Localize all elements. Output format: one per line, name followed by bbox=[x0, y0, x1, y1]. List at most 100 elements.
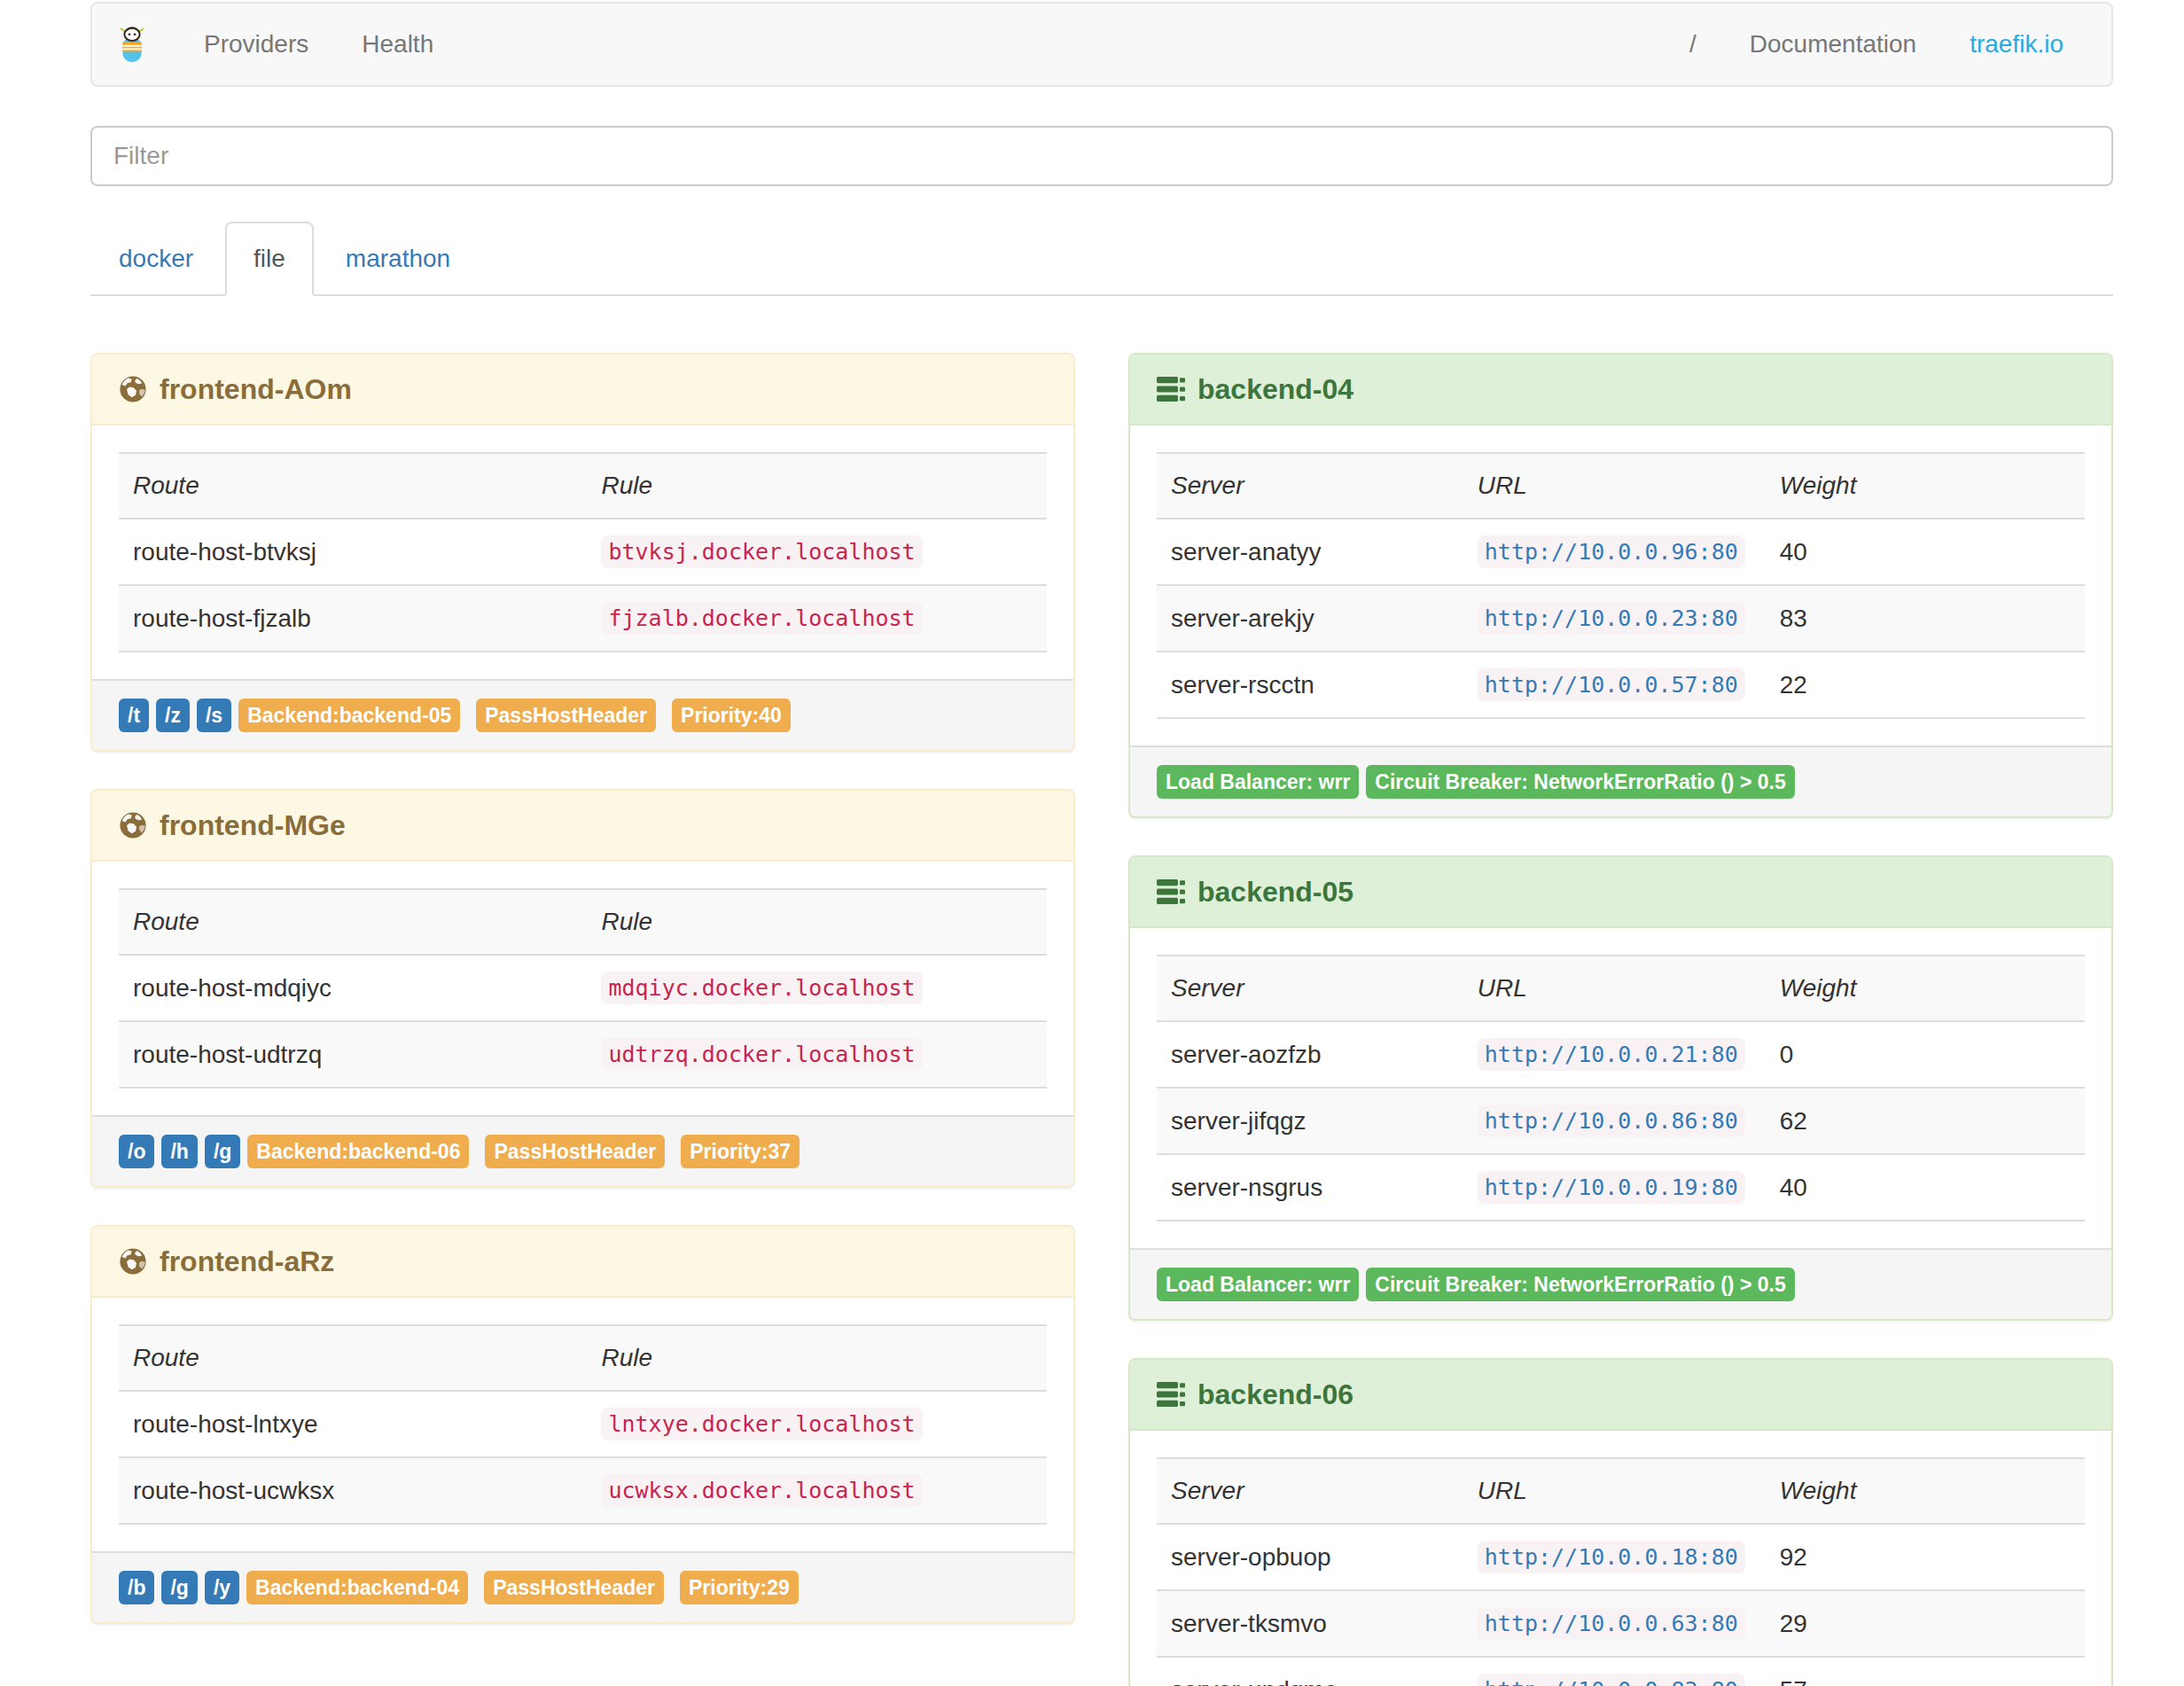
server-weight: 62 bbox=[1766, 1088, 2085, 1154]
content-row: frontend-AOmRouteRuleroute-host-btvksjbt… bbox=[64, 353, 2140, 1686]
route-badge: /t bbox=[119, 699, 149, 732]
tab-marathon: marathon bbox=[317, 222, 479, 296]
rule-code: mdqiyc.docker.localhost bbox=[601, 972, 922, 1004]
tab-link-marathon[interactable]: marathon bbox=[317, 222, 479, 296]
column-header-server: Server bbox=[1157, 956, 1463, 1021]
frontend-table: RouteRuleroute-host-mdqiycmdqiyc.docker.… bbox=[119, 888, 1047, 1089]
table-row: server-jifqgzhttp://10.0.0.86:8062 bbox=[1157, 1088, 2085, 1154]
server-icon bbox=[1157, 1380, 1185, 1409]
table-row: route-host-ucwksxucwksx.docker.localhost bbox=[119, 1457, 1047, 1524]
panel-footer: /o/h/gBackend:backend-06PassHostHeaderPr… bbox=[92, 1115, 1073, 1186]
panel-body: ServerURLWeightserver-opbuophttp://10.0.… bbox=[1130, 1431, 2111, 1686]
route-badge: /g bbox=[205, 1135, 240, 1168]
server-url-link[interactable]: http://10.0.0.57:80 bbox=[1478, 668, 1745, 701]
filter-row bbox=[90, 126, 2113, 186]
server-weight: 0 bbox=[1766, 1021, 2085, 1088]
navbar-right: / Documentation traefik.io bbox=[1663, 4, 2111, 85]
nav-link-slash[interactable]: / bbox=[1663, 4, 1723, 85]
server-weight: 40 bbox=[1766, 1154, 2085, 1221]
route-badge: /s bbox=[197, 699, 231, 732]
column-header-route: Route bbox=[119, 453, 587, 519]
frontends-column: frontend-AOmRouteRuleroute-host-btvksjbt… bbox=[64, 353, 1102, 1661]
server-url-link[interactable]: http://10.0.0.86:80 bbox=[1478, 1104, 1745, 1137]
column-header-rule: Rule bbox=[587, 889, 1047, 955]
route-name: route-host-ucwksx bbox=[119, 1457, 587, 1524]
table-row: server-tksmvohttp://10.0.0.63:8029 bbox=[1157, 1590, 2085, 1657]
property-badge: Backend:backend-04 bbox=[246, 1571, 468, 1604]
property-badge: Backend:backend-06 bbox=[247, 1135, 469, 1168]
table-row: server-updqmo http://10.0.0.83:80 57 bbox=[1157, 1657, 2085, 1686]
tab-docker: docker bbox=[90, 222, 222, 296]
server-icon bbox=[1157, 375, 1185, 403]
backend-property-badge: Circuit Breaker: NetworkErrorRatio () > … bbox=[1366, 1268, 1794, 1301]
panel-heading: frontend-AOm bbox=[92, 355, 1073, 425]
table-row: route-host-mdqiycmdqiyc.docker.localhost bbox=[119, 955, 1047, 1021]
backend-table: ServerURLWeightserver-anatyyhttp://10.0.… bbox=[1157, 452, 2085, 719]
property-badge: Backend:backend-05 bbox=[238, 699, 460, 732]
table-row: route-host-fjzalbfjzalb.docker.localhost bbox=[119, 585, 1047, 652]
route-badge: /o bbox=[119, 1135, 154, 1168]
tab-link-docker[interactable]: docker bbox=[90, 222, 222, 296]
panel-body: RouteRuleroute-host-btvksj btvksj.docker.… bbox=[92, 425, 1073, 679]
backends-column: backend-04 ServerURLWeightserver-anatyyht… bbox=[1102, 353, 2140, 1686]
property-badge: PassHostHeader bbox=[476, 699, 656, 732]
server-url-link[interactable]: http://10.0.0.96:80 bbox=[1478, 535, 1745, 568]
property-badge: Priority:40 bbox=[672, 699, 791, 732]
server-url-link[interactable]: http://10.0.0.18:80 bbox=[1478, 1541, 1745, 1573]
panel-heading: backend-04 bbox=[1130, 355, 2111, 425]
traefik-logo[interactable] bbox=[92, 4, 177, 85]
nav-link-providers[interactable]: Providers bbox=[177, 4, 335, 85]
route-name: route-host-udtrzq bbox=[119, 1021, 587, 1088]
column-header-url: URL bbox=[1463, 453, 1766, 519]
tab-link-file[interactable]: file bbox=[225, 222, 314, 296]
server-name: server-tksmvo bbox=[1157, 1590, 1463, 1657]
server-name: server-rscctn bbox=[1157, 652, 1463, 718]
table-row: route-host-lntxye lntxye.docker.localhost bbox=[119, 1391, 1047, 1457]
panel-heading: backend-05 bbox=[1130, 857, 2111, 928]
server-weight: 40 bbox=[1766, 519, 2085, 585]
panel-title: frontend-MGe bbox=[160, 809, 346, 841]
frontend-panel-frontend-AOm: frontend-AOm RouteRuleroute-host-btvksj bt… bbox=[90, 353, 1075, 752]
panel-footer: /b/g/yBackend:backend-04PassHostHeaderPr… bbox=[92, 1551, 1073, 1622]
nav-link-traefik-io[interactable]: traefik.io bbox=[1943, 4, 2090, 85]
column-header-rule: Rule bbox=[587, 453, 1047, 519]
server-weight: 92 bbox=[1766, 1524, 2085, 1590]
server-url-link[interactable]: http://10.0.0.23:80 bbox=[1478, 602, 1745, 635]
server-name: server-updqmo bbox=[1157, 1657, 1463, 1686]
backend-property-badge: Circuit Breaker: NetworkErrorRatio () > … bbox=[1366, 765, 1794, 799]
nav-link-health[interactable]: Health bbox=[335, 4, 460, 85]
server-url-link[interactable]: http://10.0.0.19:80 bbox=[1478, 1171, 1745, 1204]
property-badge: PassHostHeader bbox=[484, 1571, 664, 1604]
nav-link-documentation[interactable]: Documentation bbox=[1723, 4, 1943, 85]
server-url-link[interactable]: http://10.0.0.83:80 bbox=[1478, 1674, 1745, 1686]
column-header-rule: Rule bbox=[587, 1325, 1047, 1391]
server-name: server-nsgrus bbox=[1157, 1154, 1463, 1221]
table-row: server-anatyyhttp://10.0.0.96:8040 bbox=[1157, 519, 2085, 585]
globe-icon bbox=[119, 811, 147, 839]
traefik-logo-icon bbox=[119, 27, 145, 62]
panel-title: backend-06 bbox=[1197, 1378, 1353, 1410]
route-name: route-host-lntxye bbox=[119, 1391, 587, 1457]
panel-heading: backend-06 bbox=[1130, 1360, 2111, 1431]
navbar: Providers Health / Documentation traefik… bbox=[90, 2, 2113, 87]
route-badge: /z bbox=[156, 699, 190, 732]
rule-code: lntxye.docker.localhost bbox=[601, 1408, 922, 1440]
backend-property-badge: Load Balancer: wrr bbox=[1157, 765, 1359, 799]
column-header-weight: Weight bbox=[1766, 453, 2085, 519]
column-header-server: Server bbox=[1157, 1458, 1463, 1524]
server-weight: 57 bbox=[1766, 1657, 2085, 1686]
filter-input[interactable] bbox=[90, 126, 2113, 186]
backend-property-badge: Load Balancer: wrr bbox=[1157, 1268, 1359, 1301]
server-weight: 22 bbox=[1766, 652, 2085, 718]
route-name: route-host-btvksj bbox=[119, 519, 587, 585]
server-url-link[interactable]: http://10.0.0.21:80 bbox=[1478, 1038, 1745, 1071]
rule-code: btvksj.docker.localhost bbox=[601, 535, 922, 568]
frontend-table: RouteRuleroute-host-btvksj btvksj.docker.… bbox=[119, 452, 1047, 652]
column-header-url: URL bbox=[1463, 1458, 1766, 1524]
column-header-server: Server bbox=[1157, 453, 1463, 519]
panel-body: ServerURLWeightserver-anatyyhttp://10.0.… bbox=[1130, 425, 2111, 745]
server-icon bbox=[1157, 878, 1185, 906]
server-url-link[interactable]: http://10.0.0.63:80 bbox=[1478, 1607, 1745, 1640]
panel-heading: frontend-aRz bbox=[92, 1227, 1073, 1298]
route-badge: /g bbox=[161, 1571, 197, 1604]
